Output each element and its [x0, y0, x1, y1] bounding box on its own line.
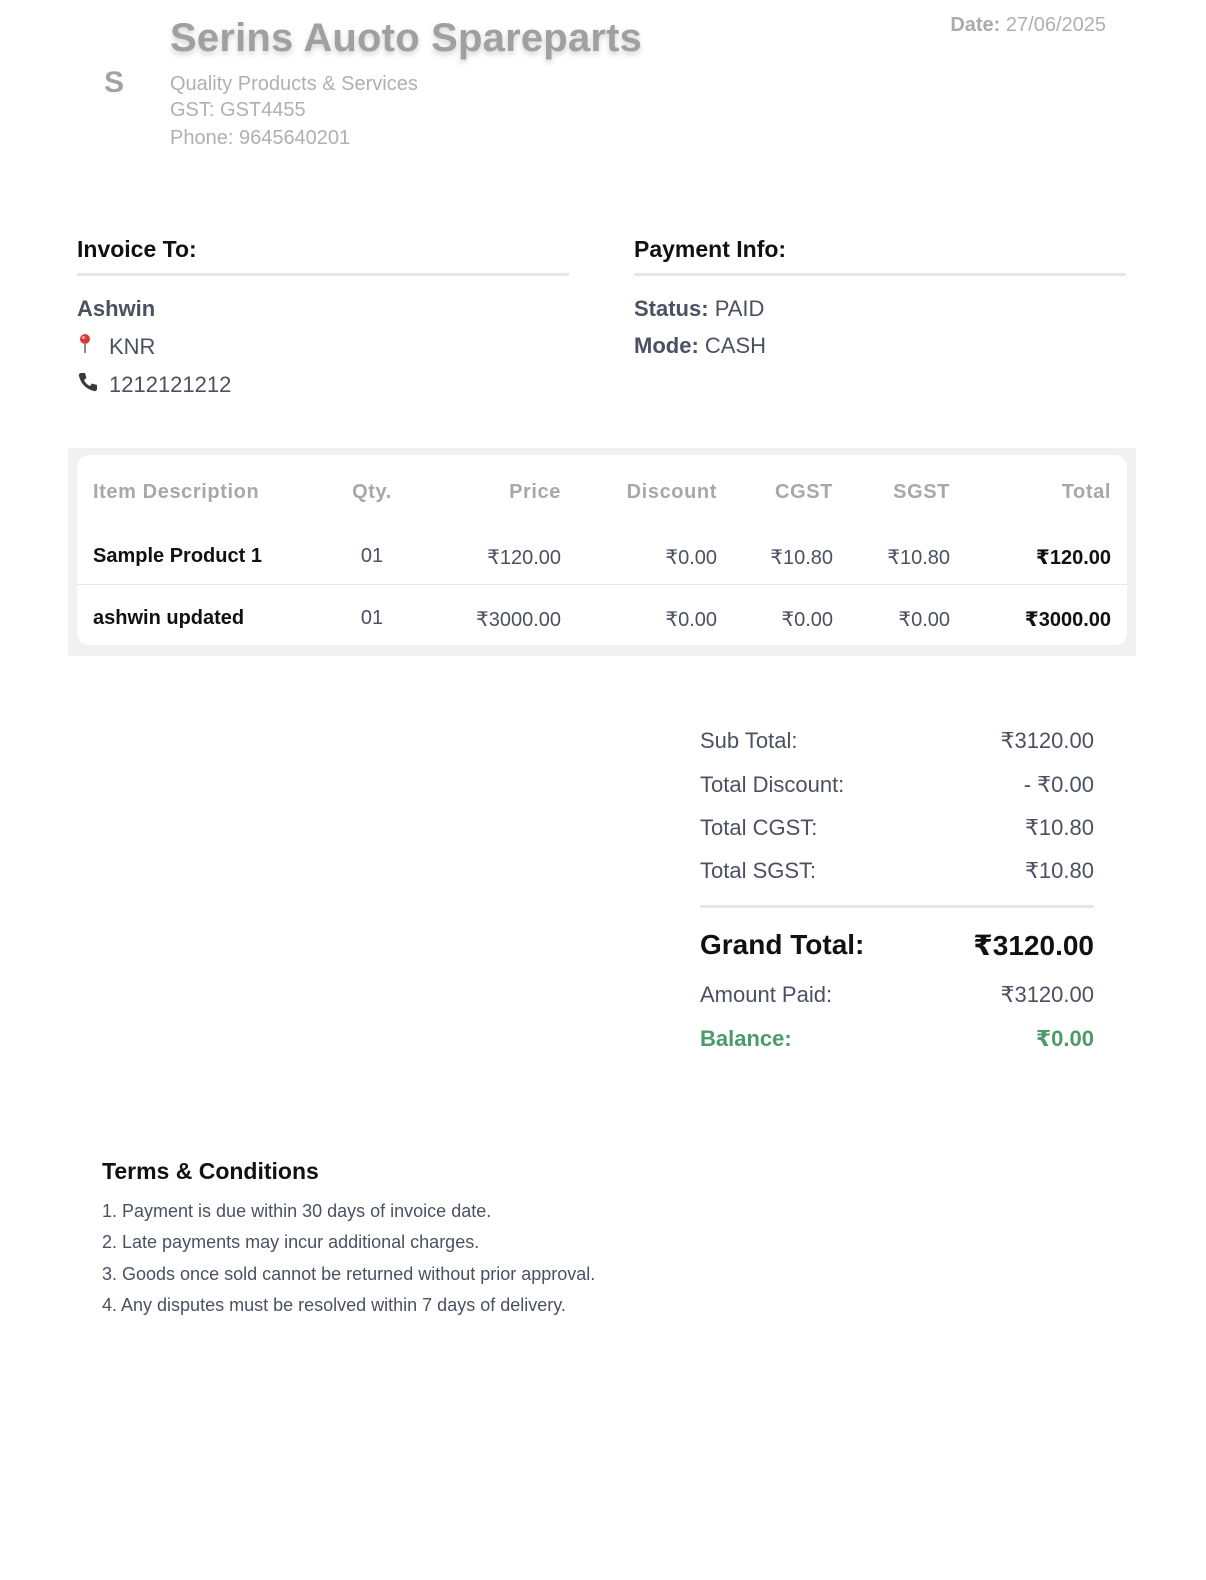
payment-info-heading: Payment Info:: [634, 236, 787, 262]
customer-name: Ashwin: [77, 296, 156, 321]
invoice-to-divider: [77, 273, 569, 276]
balance-value: ₹0.00: [1035, 1026, 1094, 1051]
grand-total-value: ₹3120.00: [973, 930, 1094, 961]
date-label: Date:: [950, 14, 1001, 36]
row-divider: [77, 584, 1127, 585]
total-discount-value: - ₹0.00: [1023, 772, 1094, 797]
company-tagline: Quality Products & Services: [170, 73, 418, 95]
company-logo: S: [104, 66, 125, 99]
row-1-sgst: ₹10.80: [887, 547, 950, 569]
invoice-to-heading: Invoice To:: [77, 236, 197, 262]
row-1-qty: 01: [360, 545, 384, 567]
row-1-description: Sample Product 1: [93, 545, 262, 567]
sub-total-value: ₹3120.00: [1000, 728, 1094, 753]
term-item: 1. Payment is due within 30 days of invo…: [102, 1201, 492, 1221]
payment-status-label: Status:: [634, 296, 709, 321]
total-discount-label: Total Discount:: [700, 772, 845, 797]
header-item-description: Item Description: [93, 481, 260, 503]
row-1-cgst: ₹10.80: [770, 547, 833, 569]
grand-total-label: Grand Total:: [700, 929, 865, 960]
company-name: Serins Auoto Spareparts: [170, 16, 643, 60]
row-1-discount: ₹0.00: [665, 547, 717, 569]
sub-total-label: Sub Total:: [700, 728, 798, 753]
items-table: Item Description Qty. Price Discount CGS…: [77, 455, 1127, 645]
payment-info-divider: [634, 273, 1126, 276]
phone-icon: [77, 371, 109, 399]
summary-divider: [700, 905, 1094, 908]
header-price: Price: [509, 481, 561, 503]
total-sgst-value: ₹10.80: [1024, 858, 1094, 883]
payment-mode-label: Mode:: [634, 333, 699, 358]
company-gst: GST: GST4455: [170, 99, 306, 121]
customer-phone-text: 1212121212: [109, 372, 232, 397]
total-cgst-label: Total CGST:: [700, 815, 818, 840]
header-cgst: CGST: [775, 481, 833, 503]
row-2-discount: ₹0.00: [665, 609, 717, 631]
row-2-total: ₹3000.00: [1024, 609, 1111, 631]
amount-paid-value: ₹3120.00: [1000, 982, 1094, 1007]
invoice-header: S Serins Auoto Spareparts Quality Produc…: [0, 0, 1206, 170]
row-2-description: ashwin updated: [93, 607, 245, 629]
pin-icon: [77, 333, 109, 361]
term-item: 3. Goods once sold cannot be returned wi…: [102, 1264, 596, 1284]
customer-address: KNR: [77, 333, 155, 361]
term-item: 2. Late payments may incur additional ch…: [102, 1232, 480, 1252]
term-item: 4. Any disputes must be resolved within …: [102, 1295, 566, 1315]
payment-mode-value: CASH: [704, 333, 767, 358]
payment-mode: Mode: CASH: [634, 333, 766, 359]
terms-title: Terms & Conditions: [102, 1158, 319, 1184]
row-1-total: ₹120.00: [1035, 547, 1111, 569]
company-phone: Phone: 9645640201: [170, 127, 351, 149]
total-sgst-label: Total SGST:: [700, 858, 817, 883]
items-table-frame: Item Description Qty. Price Discount CGS…: [68, 448, 1136, 656]
balance-label: Balance:: [700, 1026, 792, 1051]
row-2-sgst: ₹0.00: [898, 609, 950, 631]
payment-status-value: PAID: [714, 296, 765, 321]
row-2-cgst: ₹0.00: [781, 609, 833, 631]
invoice-date: Date: 27/06/2025: [950, 14, 1106, 37]
total-cgst-value: ₹10.80: [1024, 815, 1094, 840]
row-1-price: ₹120.00: [487, 547, 561, 569]
payment-status: Status: PAID: [634, 296, 764, 322]
row-2-qty: 01: [360, 607, 384, 629]
row-2-price: ₹3000.00: [475, 609, 561, 631]
header-total: Total: [1061, 481, 1111, 503]
date-value: 27/06/2025: [1005, 14, 1106, 36]
amount-paid-label: Amount Paid:: [700, 982, 833, 1007]
customer-phone: 1212121212: [77, 371, 231, 399]
header-qty: Qty.: [352, 481, 392, 503]
header-discount: Discount: [626, 481, 717, 503]
header-sgst: SGST: [893, 481, 950, 503]
customer-address-text: KNR: [109, 334, 156, 359]
